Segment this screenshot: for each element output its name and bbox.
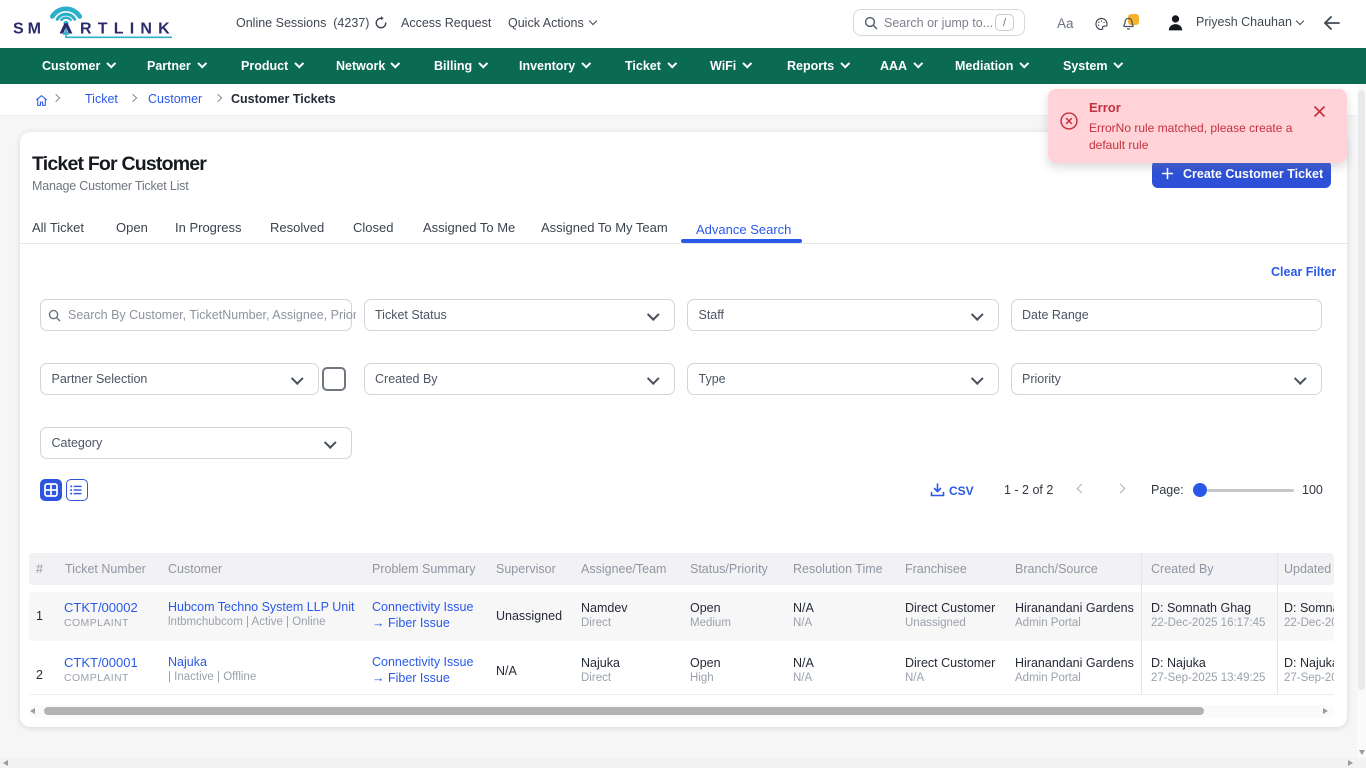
svg-text:SM: SM (13, 21, 45, 38)
svg-text:RTLINK: RTLINK (80, 21, 176, 38)
